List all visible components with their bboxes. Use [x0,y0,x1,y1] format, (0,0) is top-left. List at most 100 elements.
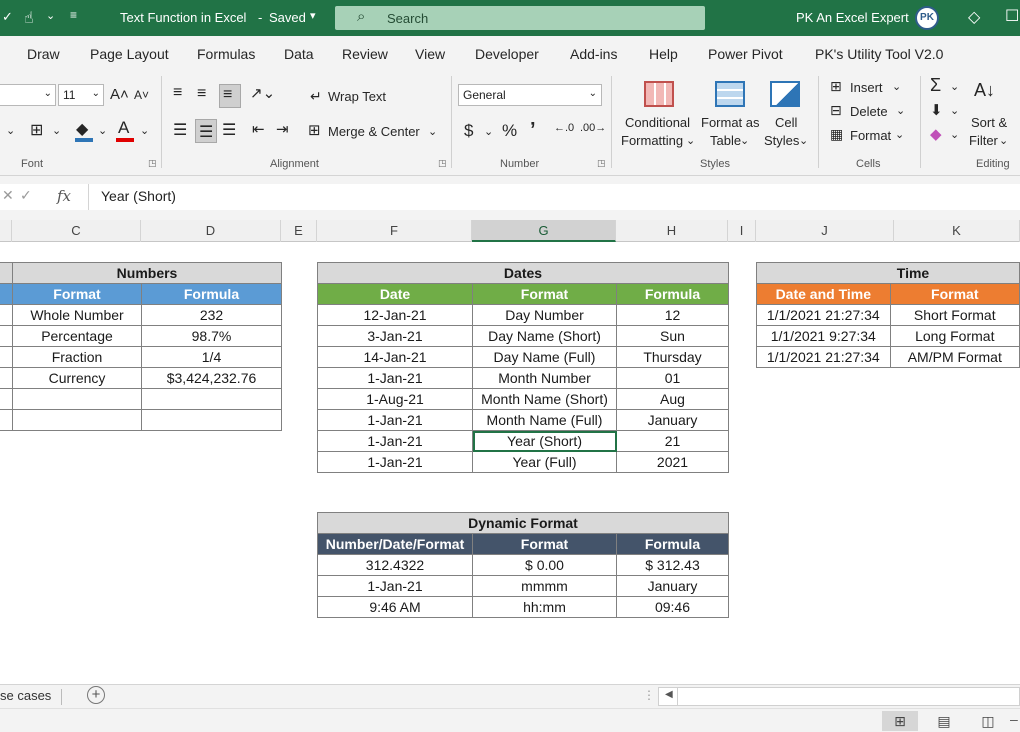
touch-mode-icon[interactable]: ☝ [24,8,34,28]
cell[interactable]: 1/1/2021 21:27:34 [756,346,891,368]
cell[interactable]: 1/1/2021 9:27:34 [756,325,891,347]
table-title[interactable]: Dynamic Format [317,512,729,534]
header-cell[interactable]: Date and Time [756,283,891,305]
align-right-icon[interactable]: ☰ [222,120,236,140]
increase-decimal-icon[interactable]: ←.0 [554,122,574,134]
decrease-indent-icon[interactable]: ⇤ [252,120,265,138]
active-cell[interactable]: Year (Short) [472,430,617,452]
header-cell[interactable]: Format [889,283,1020,305]
cell[interactable]: 1/4 [141,346,282,368]
number-dialog-launcher-icon[interactable]: ◳ [597,158,606,169]
column-header-f[interactable]: F [317,220,472,242]
chevron-down-icon[interactable]: ⌄ [950,128,959,141]
format-as-table-label-2[interactable]: Table [710,133,741,148]
cell[interactable] [0,409,13,431]
cell[interactable]: January [616,575,729,597]
fill-icon[interactable]: ⬇ [930,101,943,119]
decrease-font-icon[interactable]: A˅ [134,88,149,102]
chevron-down-icon[interactable]: ⌄ [896,104,905,117]
cell[interactable]: 12 [616,304,729,326]
cell-styles-label-1[interactable]: Cell [775,115,797,130]
font-name-box[interactable]: ⌄ [0,84,56,106]
delete-label[interactable]: Delete [850,104,888,119]
cell[interactable]: 14-Jan-21 [317,346,473,368]
align-top-icon[interactable]: ≡ [173,84,182,102]
tab-review[interactable]: Review [342,46,388,62]
tab-view[interactable]: View [415,46,445,62]
cell[interactable]: 3-Jan-21 [317,325,473,347]
chevron-down-icon[interactable]: ⌄ [428,125,437,138]
chevron-down-icon[interactable]: ⌄ [52,124,61,137]
font-size-box[interactable]: 11 ⌄ [58,84,104,106]
cell[interactable]: 09:46 [616,596,729,618]
cell[interactable]: Percentage [12,325,142,347]
cell[interactable]: Day Name (Full) [472,346,617,368]
cell[interactable]: 1-Jan-21 [317,575,473,597]
font-color-icon[interactable]: A [118,118,129,138]
chevron-down-icon[interactable]: ⌄ [892,80,901,93]
cell-styles-icon[interactable] [770,81,800,107]
sort-filter-label-1[interactable]: Sort & [971,115,1007,130]
increase-font-icon[interactable]: A˄ [110,86,129,103]
column-header-h[interactable]: H [616,220,728,242]
cell[interactable]: 232 [141,304,282,326]
cell[interactable] [12,409,142,431]
header-cell[interactable] [0,283,13,305]
header-cell[interactable]: Format [472,533,617,555]
cell[interactable]: 312.4322 [317,554,473,576]
cell[interactable]: $3,424,232.76 [141,367,282,389]
format-as-table-icon[interactable] [715,81,745,107]
insert-label[interactable]: Insert [850,80,883,95]
wrap-text-icon[interactable]: ↵ [310,88,322,105]
insert-function-icon[interactable]: fx [57,187,71,205]
cell[interactable]: Fraction [12,346,142,368]
cell[interactable]: 1-Jan-21 [317,430,473,452]
delete-cells-icon[interactable]: ⊟ [830,102,842,119]
cell[interactable]: 21 [616,430,729,452]
tab-help[interactable]: Help [649,46,678,62]
scroll-left-icon[interactable]: ◀ [665,689,673,700]
cell[interactable]: 12-Jan-21 [317,304,473,326]
tab-pk-utility-tool[interactable]: PK's Utility Tool V2.0 [815,46,943,62]
autosave-toggle-icon[interactable]: ✓ [2,9,13,25]
align-middle-icon[interactable]: ≡ [197,85,206,103]
increase-indent-icon[interactable]: ⇥ [276,120,289,138]
column-header-partial[interactable] [0,220,12,242]
insert-cells-icon[interactable]: ⊞ [830,78,842,95]
tab-developer[interactable]: Developer [475,46,539,62]
page-break-view-icon[interactable]: ◫ [970,711,1006,731]
cell[interactable]: Month Name (Full) [472,409,617,431]
cell[interactable]: 1-Aug-21 [317,388,473,410]
enter-check-icon[interactable]: ✓ [20,187,32,204]
sheet-tab[interactable]: se cases [0,688,51,703]
cell[interactable]: January [616,409,729,431]
cell[interactable]: Whole Number [12,304,142,326]
search-box[interactable]: ⌕ Search [335,6,705,30]
merge-center-label[interactable]: Merge & Center [328,124,420,139]
conditional-formatting-label-1[interactable]: Conditional [625,115,690,130]
cell[interactable]: Aug [616,388,729,410]
quick-access-dropdown-icon[interactable]: ⌄ [46,9,55,22]
sort-filter-label-2[interactable]: Filter [969,133,998,148]
diamond-icon[interactable]: ◇ [968,7,980,27]
font-dialog-launcher-icon[interactable]: ◳ [148,158,157,169]
chevron-down-icon[interactable]: ⌄ [140,124,149,137]
cancel-icon[interactable]: ✕ [2,187,14,204]
cell[interactable]: hh:mm [472,596,617,618]
wrap-text-label[interactable]: Wrap Text [328,89,386,104]
sort-filter-icon[interactable]: A↓ [974,80,995,101]
user-name[interactable]: PK An Excel Expert [796,10,909,25]
cell[interactable]: Day Number [472,304,617,326]
page-layout-view-icon[interactable]: ▤ [926,711,962,731]
formula-input[interactable]: Year (Short) [88,184,1020,210]
number-format-dropdown[interactable]: General ⌄ [458,84,602,106]
cell[interactable]: AM/PM Format [889,346,1020,368]
column-header-g[interactable]: G [472,220,616,242]
align-bottom-button[interactable]: ≡ [219,84,241,108]
add-sheet-icon[interactable]: + [87,686,105,704]
borders-icon[interactable]: ⊞ [30,120,43,140]
header-cell[interactable]: Format [12,283,142,305]
cell[interactable]: 98.7% [141,325,282,347]
cell[interactable] [0,388,13,410]
cell[interactable]: Long Format [889,325,1020,347]
